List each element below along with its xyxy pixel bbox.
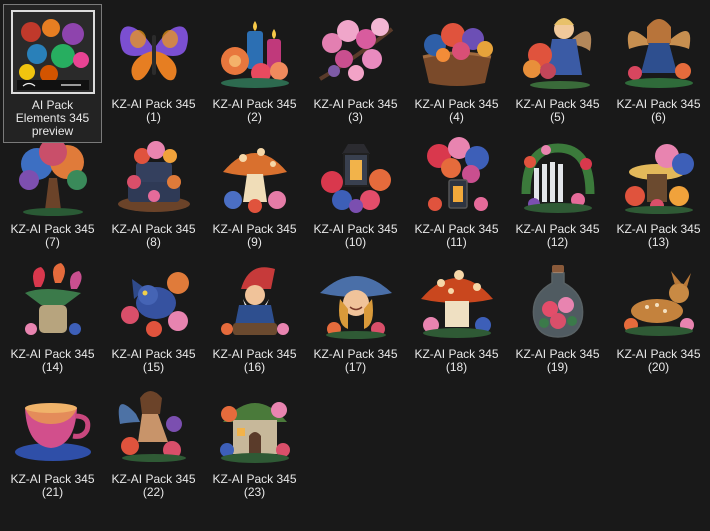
file-name-line2: (21) — [41, 485, 64, 499]
flower-basket-thumbnail — [413, 7, 501, 95]
file-caption: KZ-AI Pack 345 (3) — [308, 98, 404, 124]
file-caption: KZ-AI Pack 345 (23) — [207, 473, 303, 499]
file-item-5[interactable]: KZ-AI Pack 345 (5) — [508, 4, 607, 129]
file-name-line2: (2) — [247, 110, 262, 124]
file-name-line2: (8) — [146, 235, 161, 249]
fairy-girl-thumbnail — [615, 7, 703, 95]
gnome-thumbnail — [211, 257, 299, 345]
file-name-line2: (17) — [344, 360, 367, 374]
file-name-line2: (19) — [546, 360, 569, 374]
file-caption: KZ-AI Pack 345 (12) — [510, 223, 606, 249]
file-item-12[interactable]: KZ-AI Pack 345 (12) — [508, 129, 607, 254]
file-caption: AI Pack Elements 345 preview — [5, 99, 101, 138]
file-caption: KZ-AI Pack 345 (10) — [308, 223, 404, 249]
file-name-line2: (11) — [446, 235, 467, 249]
file-caption: KZ-AI Pack 345 (11) — [409, 223, 505, 249]
file-caption: KZ-AI Pack 345 (18) — [409, 348, 505, 374]
file-item-13[interactable]: KZ-AI Pack 345 (13) — [609, 129, 708, 254]
lantern-flowers-thumbnail — [312, 132, 400, 220]
file-item-22[interactable]: KZ-AI Pack 345 (22) — [104, 379, 203, 504]
file-item-18[interactable]: KZ-AI Pack 345 (18) — [407, 254, 506, 379]
file-caption: KZ-AI Pack 345 (13) — [611, 223, 707, 249]
dragon-thumbnail — [110, 257, 198, 345]
file-caption: KZ-AI Pack 345 (1) — [106, 98, 202, 124]
file-name-line2: (6) — [651, 110, 666, 124]
flower-cake-thumbnail — [110, 132, 198, 220]
blossom-branch-thumbnail — [312, 7, 400, 95]
file-caption: KZ-AI Pack 345 (22) — [106, 473, 202, 499]
file-caption: KZ-AI Pack 345 (6) — [611, 98, 707, 124]
file-caption: KZ-AI Pack 345 (16) — [207, 348, 303, 374]
file-item-21[interactable]: KZ-AI Pack 345 (21) — [3, 379, 102, 504]
file-item-23[interactable]: KZ-AI Pack 345 (23) — [205, 379, 304, 504]
file-caption: KZ-AI Pack 345 (4) — [409, 98, 505, 124]
file-name-line2: (3) — [348, 110, 363, 124]
file-caption: KZ-AI Pack 345 (14) — [5, 348, 101, 374]
file-item-14[interactable]: KZ-AI Pack 345 (14) — [3, 254, 102, 379]
file-item-1[interactable]: KZ-AI Pack 345 (1) — [104, 4, 203, 129]
file-item-6[interactable]: KZ-AI Pack 345 (6) — [609, 4, 708, 129]
file-name-line2: (18) — [445, 360, 468, 374]
lantern-bouquet-thumbnail — [413, 132, 501, 220]
fairy-house-thumbnail — [211, 382, 299, 470]
file-name-line2: (10) — [344, 235, 367, 249]
flower-bottle-thumbnail — [514, 257, 602, 345]
file-item-4[interactable]: KZ-AI Pack 345 (4) — [407, 4, 506, 129]
file-caption: KZ-AI Pack 345 (5) — [510, 98, 606, 124]
file-name-line2: (14) — [41, 360, 64, 374]
tree-stump-flowers-thumbnail — [615, 132, 703, 220]
garden-gate-thumbnail — [514, 132, 602, 220]
file-name-line2: (15) — [142, 360, 165, 374]
file-item-2[interactable]: KZ-AI Pack 345 (2) — [205, 4, 304, 129]
candles-flowers-thumbnail — [211, 7, 299, 95]
file-grid: AI Pack Elements 345 preview KZ-AI Pack … — [3, 4, 710, 504]
tree-thumbnail — [9, 132, 97, 220]
teacup-thumbnail — [9, 382, 97, 470]
file-caption: KZ-AI Pack 345 (17) — [308, 348, 404, 374]
file-item-7[interactable]: KZ-AI Pack 345 (7) — [3, 129, 102, 254]
file-name-line3: preview — [31, 124, 74, 138]
file-name-line2: (22) — [142, 485, 165, 499]
file-caption: KZ-AI Pack 345 (19) — [510, 348, 606, 374]
file-item-15[interactable]: KZ-AI Pack 345 (15) — [104, 254, 203, 379]
file-item-9[interactable]: KZ-AI Pack 345 (9) — [205, 129, 304, 254]
file-name-line2: (20) — [647, 360, 670, 374]
file-name-line2: (7) — [45, 235, 60, 249]
tulip-jar-thumbnail — [9, 257, 97, 345]
file-name-line2: (12) — [546, 235, 569, 249]
file-caption: KZ-AI Pack 345 (7) — [5, 223, 101, 249]
fairy-sitting-thumbnail — [110, 382, 198, 470]
butterfly-thumbnail — [110, 7, 198, 95]
file-item-11[interactable]: KZ-AI Pack 345 (11) — [407, 129, 506, 254]
file-caption: KZ-AI Pack 345 (8) — [106, 223, 202, 249]
file-caption: KZ-AI Pack 345 (20) — [611, 348, 707, 374]
file-caption: KZ-AI Pack 345 (9) — [207, 223, 303, 249]
fawn-thumbnail — [615, 257, 703, 345]
pack-preview-thumbnail — [9, 8, 97, 96]
file-name-line2: (9) — [247, 235, 262, 249]
mushroom-thumbnail — [211, 132, 299, 220]
file-item-17[interactable]: KZ-AI Pack 345 (17) — [306, 254, 405, 379]
file-name-line2: (1) — [146, 110, 161, 124]
file-name-line2: (13) — [647, 235, 670, 249]
file-caption: KZ-AI Pack 345 (21) — [5, 473, 101, 499]
file-item-20[interactable]: KZ-AI Pack 345 (20) — [609, 254, 708, 379]
file-item-16[interactable]: KZ-AI Pack 345 (16) — [205, 254, 304, 379]
file-caption: KZ-AI Pack 345 (2) — [207, 98, 303, 124]
mushroom-house-thumbnail — [413, 257, 501, 345]
file-item-preview[interactable]: AI Pack Elements 345 preview — [3, 4, 102, 143]
file-item-10[interactable]: KZ-AI Pack 345 (10) — [306, 129, 405, 254]
file-item-8[interactable]: KZ-AI Pack 345 (8) — [104, 129, 203, 254]
mushroom-girl-thumbnail — [312, 257, 400, 345]
file-item-3[interactable]: KZ-AI Pack 345 (3) — [306, 4, 405, 129]
file-caption: KZ-AI Pack 345 (15) — [106, 348, 202, 374]
file-name-line2: (16) — [243, 360, 266, 374]
file-name-line2: (23) — [243, 485, 266, 499]
fairy-child-thumbnail — [514, 7, 602, 95]
file-name-line2: (5) — [550, 110, 565, 124]
file-item-19[interactable]: KZ-AI Pack 345 (19) — [508, 254, 607, 379]
file-name-line2: (4) — [449, 110, 464, 124]
